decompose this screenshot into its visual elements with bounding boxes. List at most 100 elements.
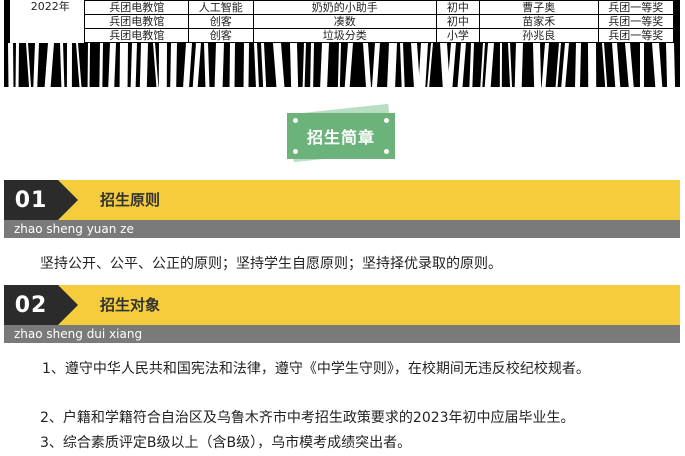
- barcode-stripe: [170, 43, 177, 87]
- barcode-stripe: [214, 43, 224, 87]
- barcode-stripe: [130, 43, 137, 87]
- barcode-stripe: [87, 43, 90, 87]
- barcode-stripe: [153, 43, 159, 87]
- table-row: 兵团电教馆 创客 垃圾分类 小学 孙兆良 兵团一等奖: [16, 28, 675, 43]
- barcode-stripe: [457, 43, 466, 87]
- table-cell: 初中: [435, 0, 480, 15]
- barcode-stripe: [183, 43, 192, 87]
- barcode-stripe: [588, 43, 597, 87]
- table-cell: 苗家禾: [478, 14, 599, 29]
- section-heading-targets: 02 招生对象 zhao sheng dui xiang: [4, 285, 680, 345]
- section-title: 招生对象: [100, 296, 161, 314]
- barcode-stripes: [8, 43, 676, 87]
- section-pinyin: zhao sheng dui xiang: [4, 325, 680, 343]
- barcode-stripe: [575, 43, 581, 87]
- barcode-stripe: [273, 43, 285, 87]
- barcode-stripe: [229, 43, 235, 87]
- barcode-stripe: [192, 43, 201, 87]
- arrow-right-icon: [58, 180, 78, 220]
- table-cell: 创客: [187, 14, 254, 29]
- banner-dot-icon: [293, 118, 298, 123]
- barcode-stripe: [666, 43, 676, 87]
- barcode-stripe: [290, 43, 299, 87]
- barcode-stripe: [99, 43, 103, 87]
- barcode-stripe: [541, 43, 549, 87]
- table-row: 兵团电教馆 创客 凑数 初中 苗家禾 兵团一等奖: [16, 14, 675, 29]
- barcode-stripe: [243, 43, 249, 87]
- barcode-stripe: [204, 43, 210, 87]
- table-cell: 兵团电教馆: [84, 14, 189, 29]
- table-cell: 兵团一等奖: [597, 28, 675, 43]
- award-year: 2022年: [30, 0, 70, 13]
- section-banner: 招生简章: [287, 103, 397, 163]
- table-cell: 孙兆良: [478, 28, 599, 43]
- barcode-stripe: [310, 43, 314, 87]
- barcode-stripe: [612, 43, 621, 87]
- table-cell: 凑数: [252, 14, 437, 29]
- barcode-stripe: [44, 43, 54, 87]
- barcode-stripe: [320, 43, 329, 87]
- barcode-stripe: [372, 43, 380, 87]
- principles-text: 坚持公开、公平、公正的原则；坚持学生自愿原则；坚持择优录取的原则。: [40, 256, 502, 272]
- table-cell: 创客: [187, 28, 254, 43]
- barcode-stripe: [387, 43, 397, 87]
- barcode-stripe: [411, 43, 420, 87]
- banner-dot-icon: [384, 118, 389, 123]
- barcode-stripe: [652, 43, 663, 87]
- award-table-frame: 2022年 兵团电教馆 人工智能 奶奶的小助手 初中 曹子奥 兵团一等奖 兵团电教馆 创客 凑数初…: [4, 0, 680, 87]
- barcode-stripe: [480, 43, 485, 87]
- table-cell: 兵团电教馆: [84, 28, 189, 43]
- barcode-stripe: [447, 43, 456, 87]
- barcode-stripe: [561, 43, 569, 87]
- table-cell: 初中: [435, 14, 480, 29]
- barcode-stripe: [8, 43, 14, 87]
- section-number: 02: [4, 285, 58, 325]
- barcode-stripe: [66, 43, 72, 87]
- barcode-stripe: [15, 43, 19, 87]
- barcode-stripe: [76, 43, 82, 87]
- section-heading-principles: 01 招生原则 zhao sheng yuan ze: [4, 180, 680, 240]
- barcode-stripe: [139, 43, 148, 87]
- target-item-3: 3、综合素质评定B级以上（含B级），乌市模考成绩突出者。: [40, 435, 412, 451]
- table-cell: 兵团一等奖: [597, 14, 675, 29]
- table-cell: 兵团电教馆: [84, 0, 189, 15]
- barcode-stripe: [555, 43, 561, 87]
- barcode-stripe: [337, 43, 341, 87]
- barcode-stripe: [639, 43, 644, 87]
- target-item-2: 2、户籍和学籍符合自治区及乌鲁木齐市中考招生政策要求的2023年初中应届毕业生。: [40, 410, 575, 426]
- banner-label: 招生简章: [306, 128, 375, 147]
- barcode-stripe: [400, 43, 405, 87]
- table-cell: 人工智能: [187, 0, 254, 15]
- barcode-stripe: [469, 43, 474, 87]
- barcode-stripe: [261, 43, 267, 87]
- barcode-stripe: [533, 43, 542, 87]
- barcode-stripe: [427, 43, 433, 87]
- barcode-bottom-border: [4, 43, 680, 87]
- barcode-stripe: [484, 43, 494, 87]
- barcode-stripe: [254, 43, 259, 87]
- barcode-stripe: [33, 43, 39, 87]
- table-cell: 曹子奥: [478, 0, 599, 15]
- barcode-stripe: [60, 43, 65, 87]
- table-cell: 奶奶的小助手: [252, 0, 437, 15]
- barcode-stripe: [363, 43, 371, 87]
- barcode-stripe: [119, 43, 128, 87]
- section-title: 招生原则: [100, 191, 161, 209]
- table-cell: 小学: [435, 28, 480, 43]
- award-table: 2022年 兵团电教馆 人工智能 奶奶的小助手 初中 曹子奥 兵团一等奖 兵团电教馆 创客 凑数初…: [16, 0, 675, 43]
- barcode-stripe: [625, 43, 634, 87]
- section-number: 01: [4, 180, 58, 220]
- barcode-stripe: [602, 43, 608, 87]
- target-item-1: 1、遵守中华人民共和国宪法和法律，遵守《中学生守则》，在校期间无违反校纪校规者。: [42, 361, 590, 377]
- banner-dot-icon: [293, 149, 298, 154]
- barcode-stripe: [26, 43, 32, 87]
- barcode-stripe: [302, 43, 306, 87]
- banner-front-card: 招生简章: [287, 113, 395, 159]
- arrow-right-icon: [58, 285, 78, 325]
- barcode-stripe: [508, 43, 513, 87]
- table-cell: 垃圾分类: [252, 28, 437, 43]
- table-row: 2022年 兵团电教馆 人工智能 奶奶的小助手 初中 曹子奥 兵团一等奖: [16, 0, 675, 15]
- barcode-stripe: [158, 43, 167, 87]
- barcode-stripe: [514, 43, 523, 87]
- barcode-stripe: [344, 43, 353, 87]
